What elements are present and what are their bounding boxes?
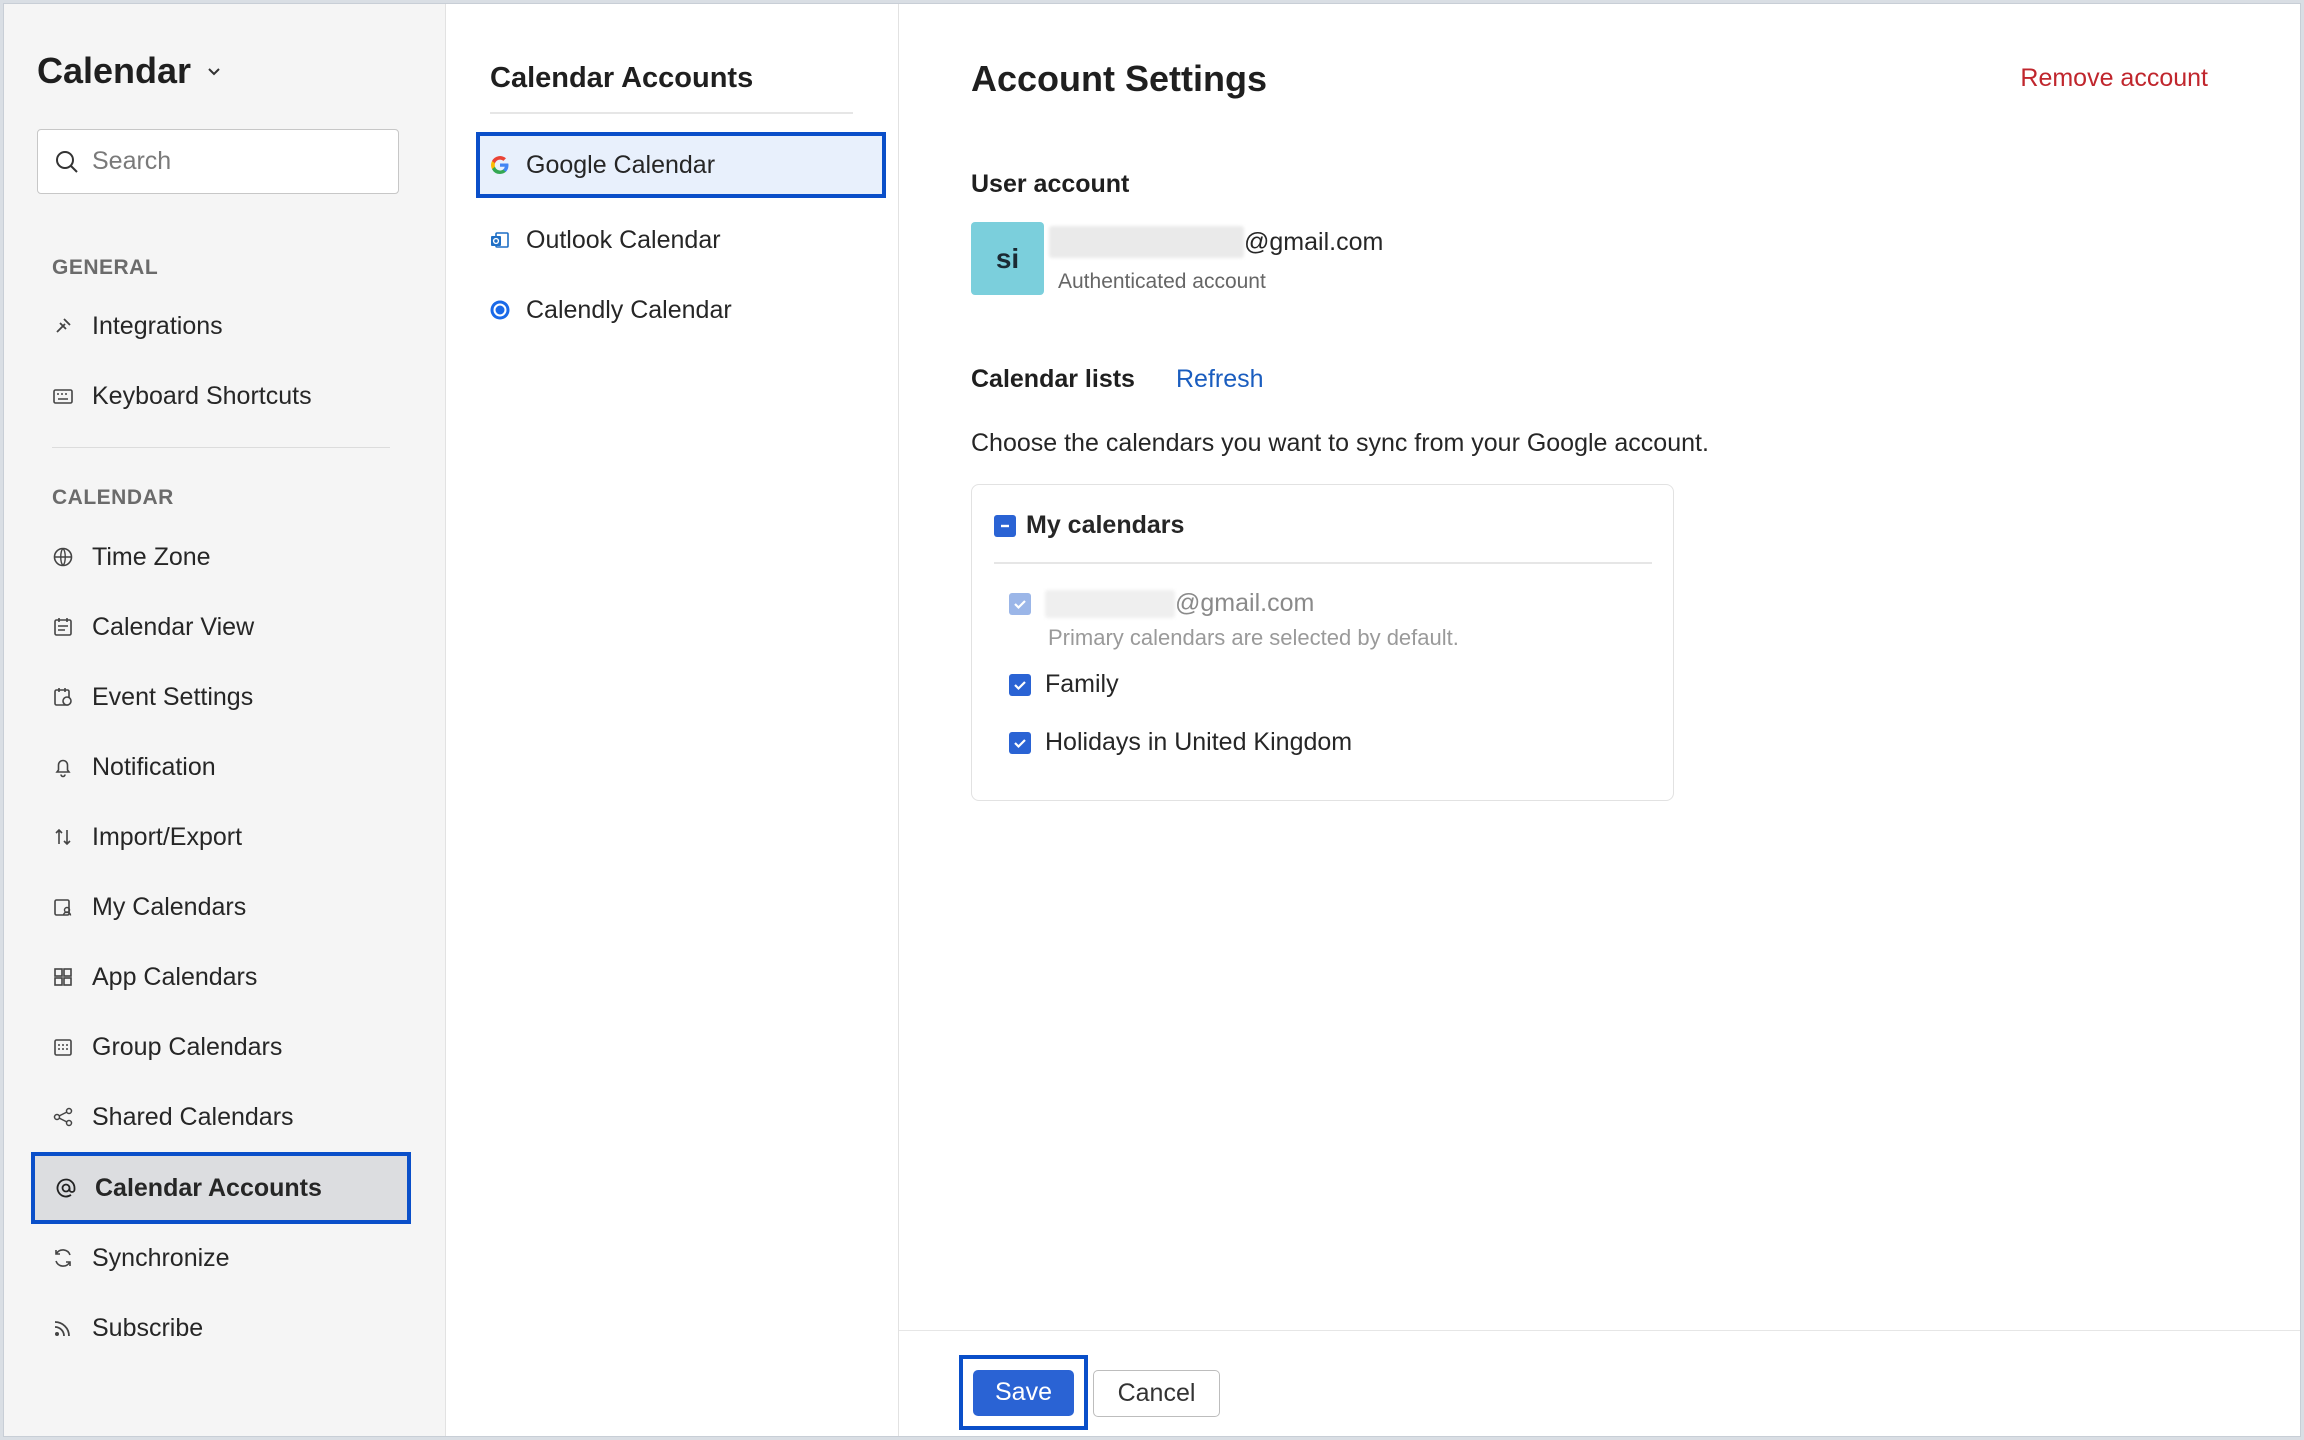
sidebar-item-subscribe[interactable]: Subscribe: [52, 1305, 203, 1351]
sidebar-item-calendar-accounts[interactable]: Calendar Accounts: [31, 1152, 411, 1224]
checkbox-checked[interactable]: [1009, 731, 1031, 754]
save-button-highlight: Save: [959, 1355, 1088, 1430]
plug-icon: [52, 315, 74, 337]
avatar: si: [971, 222, 1044, 295]
sidebar-item-integrations[interactable]: Integrations: [52, 303, 223, 349]
primary-calendar-note: Primary calendars are selected by defaul…: [1048, 625, 1459, 650]
app-grid-icon: [52, 966, 74, 988]
calendar-list-box: My calendars @gmail.com Primary calendar…: [971, 484, 1674, 801]
section-label-general: GENERAL: [52, 256, 159, 279]
form-footer: Save Cancel: [899, 1330, 2300, 1438]
sidebar-item-label: Time Zone: [92, 542, 211, 571]
checkbox-checked[interactable]: [1009, 673, 1031, 696]
keyboard-icon: [52, 385, 74, 407]
calendar-label: Holidays in United Kingdom: [1045, 728, 1353, 756]
share-icon: [52, 1106, 74, 1128]
settings-sidebar: Calendar GENERAL Integrations Keyboard S…: [4, 4, 446, 1436]
import-export-icon: [52, 826, 74, 848]
group-calendar-icon: [52, 1036, 74, 1058]
sidebar-item-label: Subscribe: [92, 1313, 204, 1342]
sidebar-item-keyboard-shortcuts[interactable]: Keyboard Shortcuts: [52, 373, 312, 419]
google-icon: [488, 153, 512, 177]
at-icon: [55, 1177, 77, 1199]
sidebar-item-label: App Calendars: [92, 962, 258, 991]
account-item-google[interactable]: Google Calendar: [476, 132, 886, 198]
sidebar-item-group-calendars[interactable]: Group Calendars: [52, 1024, 282, 1070]
calendar-view-icon: [52, 616, 74, 638]
app-title: Calendar: [37, 50, 192, 91]
sync-instructions: Choose the calendars you want to sync fr…: [971, 429, 1709, 457]
cancel-button[interactable]: Cancel: [1093, 1370, 1220, 1417]
save-button[interactable]: Save: [973, 1369, 1074, 1416]
sidebar-item-calendar-view[interactable]: Calendar View: [52, 604, 254, 650]
sidebar-item-label: Import/Export: [92, 822, 243, 851]
outlook-icon: [488, 228, 512, 252]
accounts-panel-title: Calendar Accounts: [490, 62, 754, 94]
user-account-heading: User account: [971, 170, 1130, 198]
redacted-email-user: [1045, 589, 1175, 618]
auth-status: Authenticated account: [1058, 270, 1266, 293]
account-item-label: Google Calendar: [526, 150, 716, 179]
sidebar-item-label: Shared Calendars: [92, 1102, 294, 1131]
calendar-label: Family: [1045, 670, 1119, 698]
calendar-label: @gmail.com: [1175, 589, 1315, 617]
rss-icon: [52, 1317, 74, 1339]
globe-icon: [52, 546, 74, 568]
sidebar-item-label: Keyboard Shortcuts: [92, 381, 312, 410]
sidebar-item-synchronize[interactable]: Synchronize: [52, 1235, 230, 1281]
calendar-lists-heading: Calendar lists: [971, 365, 1135, 393]
account-item-calendly[interactable]: Calendly Calendar: [476, 277, 886, 343]
avatar-initials: si: [995, 242, 1020, 274]
calendar-row-holidays-uk[interactable]: Holidays in United Kingdom: [1009, 728, 1352, 757]
page-title: Account Settings: [971, 58, 1268, 99]
section-label-calendar: CALENDAR: [52, 486, 174, 509]
bell-icon: [52, 756, 74, 778]
sidebar-item-import-export[interactable]: Import/Export: [52, 814, 242, 860]
sidebar-divider: [52, 447, 390, 448]
sidebar-item-label: Notification: [92, 752, 216, 781]
search-icon: [56, 150, 78, 173]
refresh-link[interactable]: Refresh: [1176, 365, 1264, 394]
sidebar-item-label: My Calendars: [92, 892, 247, 921]
checkbox-disabled: [1009, 592, 1031, 615]
sidebar-item-event-settings[interactable]: Event Settings: [52, 674, 253, 720]
sidebar-item-label: Event Settings: [92, 682, 254, 711]
event-settings-icon: [52, 686, 74, 708]
calendar-row-primary: @gmail.com: [1009, 589, 1314, 618]
email-domain: @gmail.com: [1244, 227, 1384, 256]
account-item-label: Calendly Calendar: [526, 295, 732, 324]
sidebar-item-app-calendars[interactable]: App Calendars: [52, 954, 257, 1000]
app-switcher[interactable]: Calendar: [37, 50, 223, 92]
my-calendars-label: My calendars: [1026, 511, 1185, 539]
sidebar-item-label: Synchronize: [92, 1243, 230, 1272]
accounts-divider: [490, 112, 853, 114]
partial-checkbox[interactable]: [994, 514, 1016, 537]
sidebar-item-label: Group Calendars: [92, 1032, 283, 1061]
sidebar-item-label: Calendar Accounts: [95, 1173, 322, 1202]
redacted-email-user: [1049, 226, 1244, 258]
sidebar-item-label: Calendar View: [92, 612, 255, 641]
calendly-icon: [488, 298, 512, 322]
search-box[interactable]: [37, 129, 399, 194]
app-window: Calendar GENERAL Integrations Keyboard S…: [3, 3, 2301, 1437]
sidebar-item-notification[interactable]: Notification: [52, 744, 216, 790]
sync-icon: [52, 1247, 74, 1269]
search-input[interactable]: [92, 147, 392, 176]
calendar-row-family[interactable]: Family: [1009, 670, 1119, 699]
calendar-accounts-panel: Calendar Accounts Google Calendar Outloo…: [446, 4, 899, 1436]
sidebar-item-my-calendars[interactable]: My Calendars: [52, 884, 246, 930]
list-divider: [994, 562, 1652, 564]
my-calendars-group[interactable]: My calendars: [994, 511, 1184, 540]
account-item-outlook[interactable]: Outlook Calendar: [476, 207, 886, 273]
chevron-down-icon: [208, 68, 220, 76]
remove-account-link[interactable]: Remove account: [2020, 64, 2208, 93]
sidebar-item-label: Integrations: [92, 311, 223, 340]
sidebar-item-shared-calendars[interactable]: Shared Calendars: [52, 1094, 294, 1140]
my-calendars-icon: [52, 896, 74, 918]
account-email: @gmail.com: [1049, 226, 1383, 258]
account-settings-panel: Account Settings Remove account User acc…: [899, 4, 2300, 1436]
sidebar-item-time-zone[interactable]: Time Zone: [52, 534, 211, 580]
account-item-label: Outlook Calendar: [526, 225, 721, 254]
